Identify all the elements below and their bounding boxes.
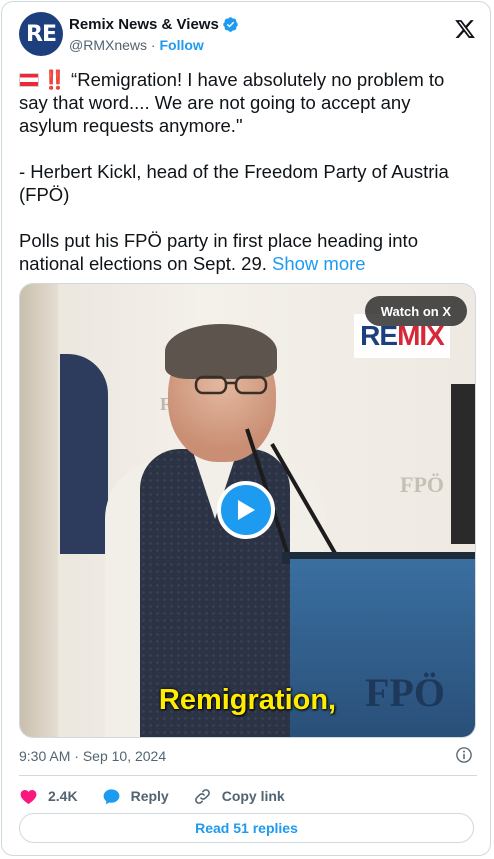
follow-button[interactable]: Follow — [159, 37, 203, 53]
like-count: 2.4K — [48, 788, 78, 804]
video-banner-shape — [60, 354, 108, 554]
tweet-date: Sep 10, 2024 — [82, 748, 167, 764]
read-replies-button[interactable]: Read 51 replies — [19, 813, 474, 843]
info-icon[interactable] — [455, 746, 473, 764]
timestamp-separator: · — [74, 748, 79, 764]
heart-icon — [20, 789, 37, 804]
tweet-attribution: - Herbert Kickl, head of the Freedom Par… — [19, 161, 449, 205]
show-more-link[interactable]: Show more — [272, 253, 366, 274]
austria-flag-icon — [19, 73, 39, 87]
separator-dot: · — [150, 37, 156, 53]
action-bar: 2.4K Reply Copy link — [19, 785, 309, 807]
video-bg-mark-2: FPÖ — [400, 472, 444, 497]
watch-on-x-button[interactable]: Watch on X — [364, 296, 467, 326]
display-name[interactable]: Remix News & Views — [69, 16, 219, 33]
speaker-glasses — [194, 375, 268, 395]
video-caption: Remigration, — [158, 684, 337, 716]
copy-link-button[interactable]: Copy link — [193, 787, 285, 806]
play-icon — [238, 500, 255, 520]
video-player[interactable]: FPÖ FPÖ FPÖ REMIX Watch on X Remigration… — [19, 283, 476, 738]
tweet-text: ‼️ “Remigration! I have absolutely no pro… — [19, 68, 471, 275]
reply-bubble-icon — [103, 788, 119, 804]
avatar[interactable]: RE — [19, 12, 63, 56]
double-exclamation-icon: ‼️ — [43, 69, 66, 90]
link-icon — [194, 788, 210, 804]
copy-link-label: Copy link — [221, 788, 285, 804]
verified-badge-icon — [223, 17, 238, 32]
tweet-header: RE Remix News & Views @RMXnews · Follow — [19, 12, 478, 58]
video-wall-shape — [451, 384, 475, 544]
tweet-time: 9:30 AM — [19, 748, 71, 764]
tweet-quote: “Remigration! I have absolutely no probl… — [19, 69, 445, 136]
like-button[interactable]: 2.4K — [19, 787, 78, 806]
avatar-text: RE — [26, 21, 57, 47]
x-logo-icon[interactable] — [454, 18, 476, 40]
video-background — [20, 284, 58, 737]
handle[interactable]: @RMXnews — [69, 37, 147, 53]
handle-row: @RMXnews · Follow — [69, 37, 204, 53]
speaker-hair — [165, 324, 277, 379]
reply-button[interactable]: Reply — [102, 787, 169, 806]
play-button[interactable] — [217, 481, 275, 539]
reply-label: Reply — [130, 788, 169, 804]
tweet-timestamp[interactable]: 9:30 AM · Sep 10, 2024 — [19, 748, 166, 764]
name-row: Remix News & Views — [69, 16, 239, 33]
divider — [19, 775, 477, 776]
